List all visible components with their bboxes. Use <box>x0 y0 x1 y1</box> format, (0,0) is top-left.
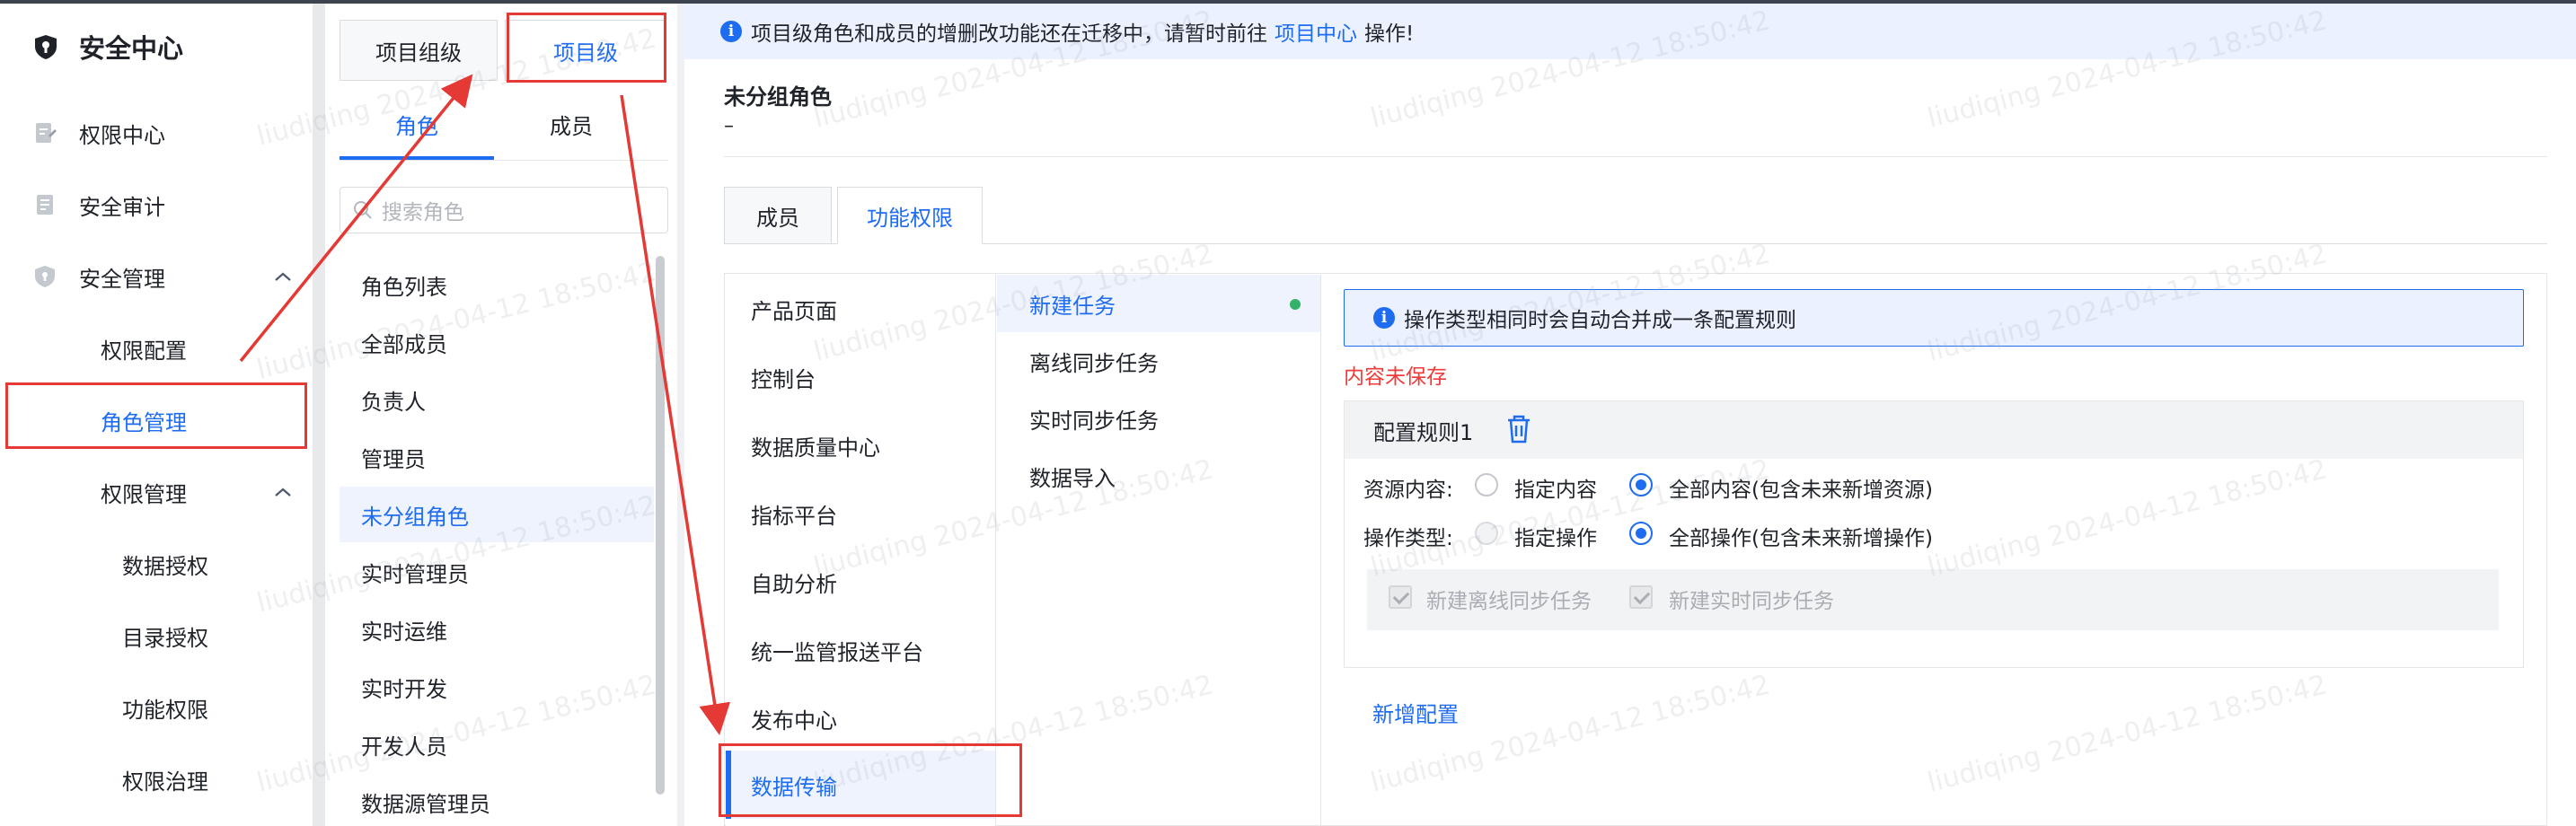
annotation-arrow <box>620 94 731 735</box>
annotation-arrows <box>239 74 731 735</box>
annotation-arrow <box>239 74 473 363</box>
